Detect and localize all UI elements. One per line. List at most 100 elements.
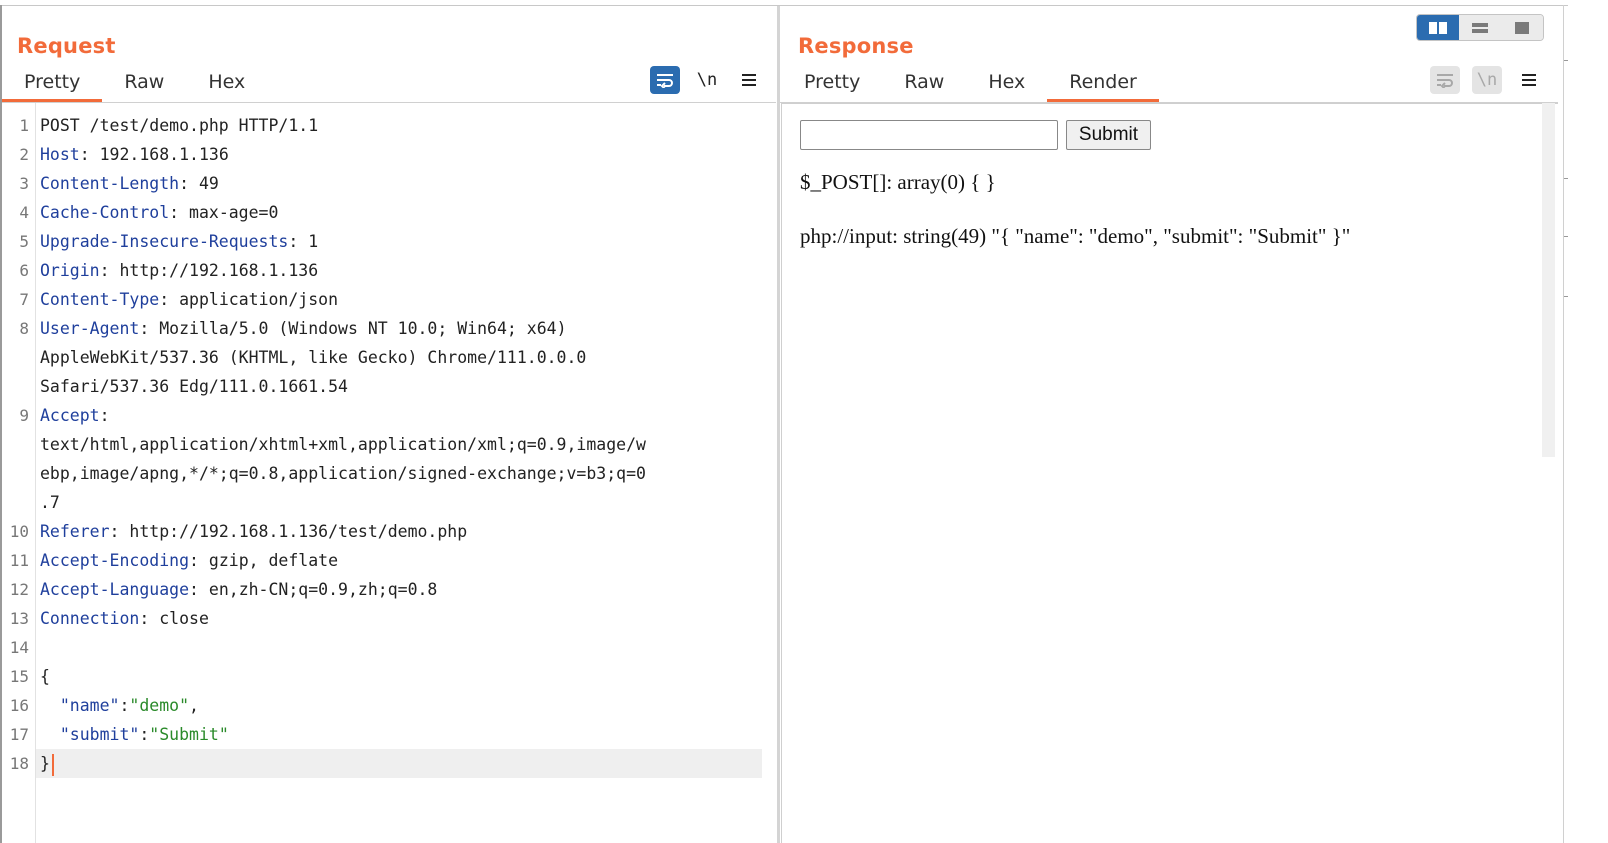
tab-render[interactable]: Render	[1047, 68, 1159, 102]
line-text: .7	[40, 488, 60, 517]
edge-tick	[1564, 178, 1568, 179]
render-scrollbar[interactable]	[1542, 103, 1555, 457]
line-number: 14	[9, 638, 29, 657]
tab-pretty[interactable]: Pretty	[2, 68, 103, 102]
code-line: 6 Origin: http://192.168.1.136	[2, 256, 762, 285]
code-line: 1 POST /test/demo.php HTTP/1.1	[2, 111, 762, 140]
code-line: 10 Referer: http://192.168.1.136/test/dem…	[2, 517, 762, 546]
edge-tick	[1564, 236, 1568, 237]
input-dump-text: php://input: string(49) "{ "name": "demo…	[800, 224, 1351, 248]
tab-raw[interactable]: Raw	[882, 68, 966, 102]
line-text: ebp,image/apng,*/*;q=0.8,application/sig…	[40, 459, 646, 488]
header-separator: :	[139, 319, 160, 338]
header-separator: :	[189, 551, 209, 570]
header-value: http://192.168.1.136/test/demo.php	[129, 522, 468, 541]
line-number: 12	[9, 580, 29, 599]
line-content: POST /test/demo.php HTTP/1.1	[40, 116, 319, 135]
request-editor[interactable]: 1 POST /test/demo.php HTTP/1.1 2 Host: 192.…	[2, 103, 776, 843]
edge-tick	[1564, 296, 1568, 297]
line-text: Origin: http://192.168.1.136	[40, 256, 318, 285]
json-value: "Submit"	[149, 725, 229, 744]
tab-hex[interactable]: Hex	[186, 68, 267, 102]
line-text: text/html,application/xhtml+xml,applicat…	[40, 430, 646, 459]
newline-toggle-button[interactable]: \n	[692, 66, 722, 94]
header-value: en,zh-CN;q=0.9,zh;q=0.8	[208, 580, 438, 599]
line-number: 5	[19, 232, 29, 251]
tab-pretty[interactable]: Pretty	[798, 68, 882, 102]
line-content: {	[40, 667, 50, 686]
word-wrap-icon[interactable]	[1430, 66, 1460, 94]
json-trailing: ,	[189, 696, 199, 715]
code-line: 9 Accept:	[2, 401, 762, 430]
text-caret	[51, 753, 54, 776]
line-text: Referer: http://192.168.1.136/test/demo.…	[40, 517, 467, 546]
json-key: "submit"	[59, 725, 140, 744]
line-number: 18	[9, 754, 29, 773]
response-toolbar: \n	[1430, 66, 1544, 94]
code-line: 7 Content-Type: application/json	[2, 285, 762, 314]
header-value: http://192.168.1.136	[119, 261, 319, 280]
line-text: Content-Type: application/json	[40, 285, 338, 314]
hamburger-menu-icon[interactable]	[734, 66, 764, 94]
line-text: "submit":"Submit"	[40, 720, 229, 749]
hamburger-menu-icon[interactable]	[1514, 66, 1544, 94]
line-number: 16	[9, 696, 29, 715]
header-name: Content-Length	[40, 174, 180, 193]
header-separator: :	[99, 406, 120, 425]
code-line: 3 Content-Length: 49	[2, 169, 762, 198]
line-content: Safari/537.36 Edg/111.0.1661.54	[40, 377, 348, 396]
line-number: 13	[9, 609, 29, 628]
json-value: "demo"	[129, 696, 190, 715]
render-submit-button[interactable]: Submit	[1066, 120, 1151, 150]
line-number: 3	[19, 174, 29, 193]
header-separator: :	[159, 290, 180, 309]
code-line: 15 {	[2, 662, 762, 691]
line-content: }	[40, 754, 50, 773]
line-text: Accept-Encoding: gzip, deflate	[40, 546, 338, 575]
line-text: Content-Length: 49	[40, 169, 219, 198]
header-separator: :	[189, 580, 209, 599]
tab-raw[interactable]: Raw	[102, 68, 186, 102]
code-line: 12 Accept-Language: en,zh-CN;q=0.9,zh;q=0…	[2, 575, 762, 604]
header-separator: :	[169, 203, 190, 222]
json-key: "name"	[59, 696, 120, 715]
header-value: application/json	[179, 290, 339, 309]
line-text: AppleWebKit/537.36 (KHTML, like Gecko) C…	[40, 343, 586, 372]
line-text: "name":"demo",	[40, 691, 199, 720]
code-line: ebp,image/apng,*/*;q=0.8,application/sig…	[2, 459, 762, 488]
header-value: 49	[198, 174, 219, 193]
edge-tick	[1564, 60, 1568, 61]
render-view: Submit $_POST[]: array(0) { } php://inpu…	[781, 103, 1558, 843]
response-tabs: Pretty Raw Hex Render	[798, 68, 1159, 102]
header-name: Accept-Language	[40, 580, 190, 599]
render-name-input[interactable]	[800, 120, 1058, 150]
code-line: .7	[2, 488, 762, 517]
line-text: POST /test/demo.php HTTP/1.1	[40, 111, 318, 140]
line-text: }	[40, 749, 54, 778]
code-line: 11 Accept-Encoding: gzip, deflate	[2, 546, 762, 575]
code-line: 2 Host: 192.168.1.136	[2, 140, 762, 169]
word-wrap-icon[interactable]	[650, 66, 680, 94]
code-line: 13 Connection: close	[2, 604, 762, 633]
tab-hex[interactable]: Hex	[966, 68, 1047, 102]
response-title: Response	[798, 34, 914, 58]
header-name: User-Agent	[40, 319, 140, 338]
line-text: Connection: close	[40, 604, 209, 633]
header-separator: :	[288, 232, 309, 251]
line-number: 8	[19, 319, 29, 338]
request-panel: Request Pretty Raw Hex \n 1 POST /test/de…	[2, 6, 778, 843]
line-number: 2	[19, 145, 29, 164]
json-separator: :	[139, 725, 150, 744]
post-dump-text: $_POST[]: array(0) { }	[800, 170, 996, 194]
header-value: gzip, deflate	[208, 551, 339, 570]
newline-toggle-button[interactable]: \n	[1472, 66, 1502, 94]
line-text: Upgrade-Insecure-Requests: 1	[40, 227, 318, 256]
line-number: 17	[9, 725, 29, 744]
line-text: Accept-Language: en,zh-CN;q=0.9,zh;q=0.8	[40, 575, 437, 604]
code-line: 17 "submit":"Submit"	[2, 720, 762, 749]
line-text: Host: 192.168.1.136	[40, 140, 229, 169]
code-line: 16 "name":"demo",	[2, 691, 762, 720]
header-value: close	[159, 609, 209, 628]
